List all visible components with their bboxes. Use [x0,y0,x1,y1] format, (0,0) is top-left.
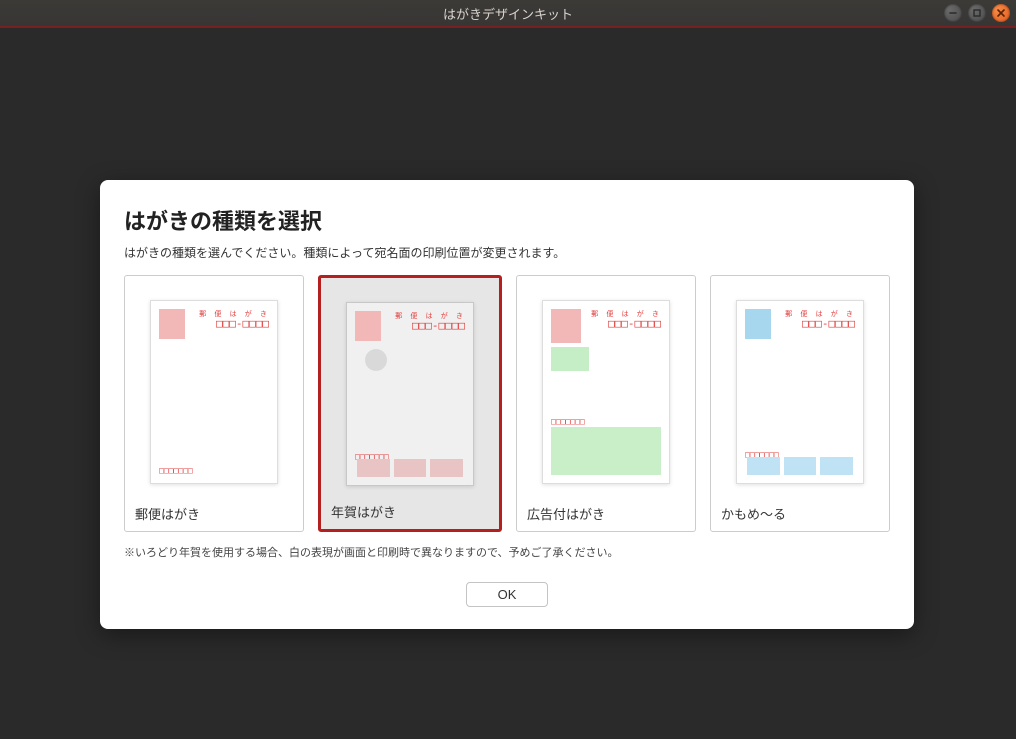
recipient-zip-icon: □□□-□□□□ [216,317,269,330]
maximize-button[interactable] [968,4,986,22]
postcard-option-kamome[interactable]: 郵 便 は が き □□□-□□□□ □□□□□□□ かもめ〜る [710,275,890,532]
dialog-actions: OK [124,582,890,607]
close-button[interactable] [992,4,1010,22]
postcard-thumb-icon: 郵 便 は が き □□□-□□□□ □□□□□□□ [736,300,864,484]
postcard-option-label: かもめ〜る [711,498,889,531]
recipient-zip-icon: □□□-□□□□ [412,319,465,332]
recipient-zip-icon: □□□-□□□□ [802,317,855,330]
minimize-button[interactable] [944,4,962,22]
postcard-option-label: 広告付はがき [517,498,695,531]
ad-area-icon [551,427,661,475]
sender-zip-icon: □□□□□□□ [159,466,193,475]
ad-area-icon [551,347,589,371]
postcard-option-koukoku[interactable]: 郵 便 は が き □□□-□□□□ □□□□□□□ 広告付はがき [516,275,696,532]
ok-button[interactable]: OK [466,582,548,607]
workspace: はがきの種類を選択 はがきの種類を選んでください。種類によって宛名面の印刷位置が… [0,28,1016,739]
minimize-icon [948,8,958,18]
postcard-preview: 郵 便 は が き □□□-□□□□ □□□□□□□ [711,276,889,498]
recipient-zip-icon: □□□-□□□□ [608,317,661,330]
postcard-preview: 郵 便 は が き □□□-□□□□ □□□□□□□ [517,276,695,498]
window-controls [944,4,1010,22]
postcard-option-label: 郵便はがき [125,498,303,531]
postcard-type-dialog: はがきの種類を選択 はがきの種類を選んでください。種類によって宛名面の印刷位置が… [100,180,914,629]
postcard-preview: 郵 便 は が き □□□-□□□□ □□□□□□□ [125,276,303,498]
postcard-thumb-icon: 郵 便 は が き □□□-□□□□ □□□□□□□ [346,302,474,486]
stamp-icon [159,309,185,339]
postcard-type-options: 郵 便 は が き □□□-□□□□ □□□□□□□ 郵便はがき 郵 便 は が… [124,275,890,532]
titlebar: はがきデザインキット [0,0,1016,28]
dialog-subtitle: はがきの種類を選んでください。種類によって宛名面の印刷位置が変更されます。 [124,244,890,261]
dialog-footnote: ※いろどり年賀を使用する場合、白の表現が画面と印刷時で異なりますので、予めご了承… [124,544,890,560]
stamp-icon [355,311,381,341]
dialog-heading: はがきの種類を選択 [124,204,890,236]
stamp-icon [551,309,581,343]
window-title: はがきデザインキット [0,4,1016,23]
postmark-icon [365,349,387,371]
postcard-preview: 郵 便 は が き □□□-□□□□ □□□□□□□ [321,278,499,496]
close-icon [996,8,1006,18]
postcard-option-yubin[interactable]: 郵 便 は が き □□□-□□□□ □□□□□□□ 郵便はがき [124,275,304,532]
postcard-option-nenga[interactable]: 郵 便 は が き □□□-□□□□ □□□□□□□ 年賀はがき [318,275,502,532]
postcard-thumb-icon: 郵 便 は が き □□□-□□□□ □□□□□□□ [150,300,278,484]
postcard-thumb-icon: 郵 便 は が き □□□-□□□□ □□□□□□□ [542,300,670,484]
postcard-option-label: 年賀はがき [321,496,499,529]
lottery-band-icon [747,457,853,475]
stamp-icon [745,309,771,339]
lottery-band-icon [357,459,463,477]
maximize-icon [972,8,982,18]
sender-zip-icon: □□□□□□□ [551,417,585,426]
